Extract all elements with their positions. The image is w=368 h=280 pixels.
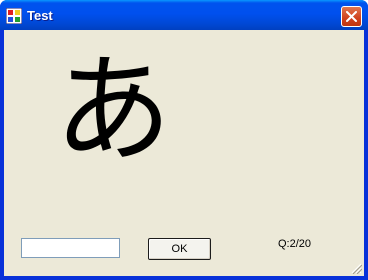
answer-input[interactable] [21, 238, 120, 258]
window-title: Test [27, 8, 53, 23]
close-icon [346, 11, 357, 22]
app-window: Test あ OK Q:2/20 [0, 0, 368, 280]
resize-grip-icon[interactable] [350, 262, 362, 274]
ok-button[interactable]: OK [148, 238, 211, 260]
close-button[interactable] [341, 6, 362, 27]
kana-character: あ [54, 41, 173, 179]
client-area: あ OK Q:2/20 [4, 30, 364, 276]
title-bar[interactable]: Test [0, 0, 368, 30]
app-icon [6, 8, 22, 24]
question-counter: Q:2/20 [278, 238, 312, 250]
